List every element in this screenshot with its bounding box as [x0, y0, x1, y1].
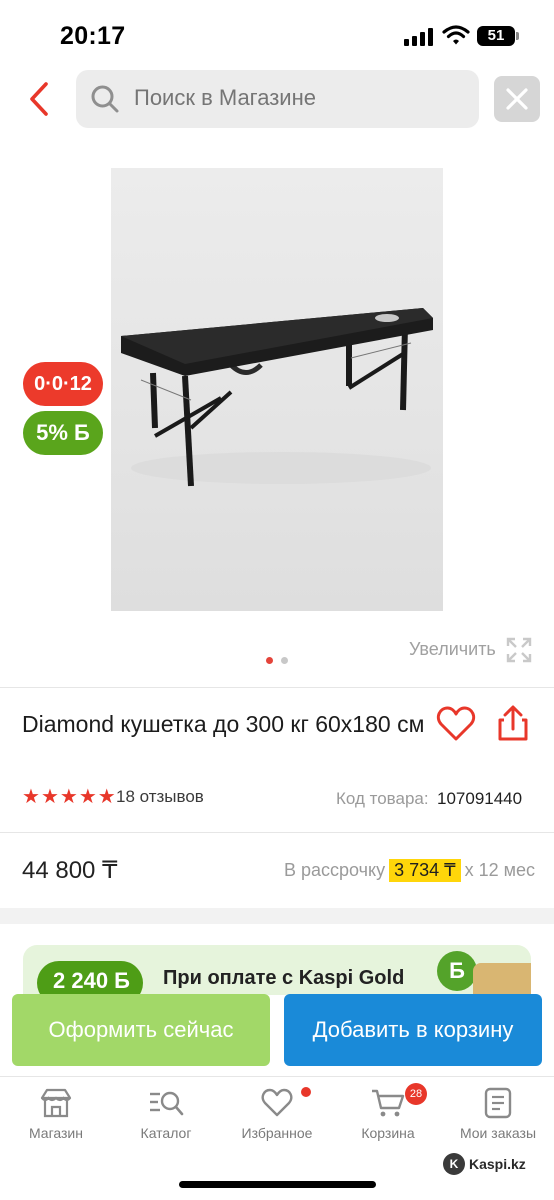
back-arrow-icon[interactable]	[24, 80, 58, 118]
zoom-label[interactable]: Увеличить	[409, 639, 496, 660]
product-code-value: 107091440	[437, 789, 523, 808]
product-title: Diamond кушетка до 300 кг 60x180 см	[22, 711, 425, 737]
heart-icon[interactable]	[436, 706, 476, 742]
rating-stars: ★ ★ ★ ★ ★	[22, 787, 116, 807]
share-icon[interactable]	[495, 704, 531, 742]
tab-label-favorites: Избранное	[241, 1125, 313, 1141]
cart-count-badge: 28	[405, 1083, 427, 1105]
tab-favorites[interactable]: Избранное	[227, 1087, 327, 1141]
star-icon: ★	[78, 786, 97, 808]
catalog-search-icon	[150, 1091, 184, 1116]
star-icon: ★	[40, 786, 59, 808]
add-to-cart-button[interactable]: Добавить в корзину	[284, 994, 542, 1066]
section-separator	[0, 908, 554, 924]
promo-text: При оплате с Kaspi Gold	[163, 967, 405, 989]
divider	[0, 687, 554, 688]
search-icon	[91, 85, 119, 113]
installment-badge: 0·0·12	[23, 362, 103, 406]
store-icon	[40, 1088, 72, 1118]
bonus-badge: 5% Б	[23, 411, 103, 455]
close-button[interactable]	[494, 76, 540, 122]
tab-label-store: Магазин	[28, 1125, 83, 1141]
tab-my-orders[interactable]: Мои заказы	[448, 1087, 548, 1141]
reviews-link[interactable]: 18 отзывов	[116, 787, 204, 807]
star-icon: ★	[22, 786, 40, 808]
gold-card-icon	[473, 963, 531, 995]
close-icon	[506, 88, 528, 110]
home-indicator[interactable]	[179, 1181, 376, 1188]
status-bar: 20:17 51	[0, 0, 554, 70]
expand-icon[interactable]	[505, 636, 533, 664]
tab-cart[interactable]: Корзина 28	[338, 1083, 438, 1141]
installment-suffix: х 12 мес	[464, 860, 536, 880]
tab-label-my-orders: Мои заказы	[459, 1125, 537, 1141]
status-time: 20:17	[60, 22, 126, 50]
star-icon: ★	[97, 786, 116, 808]
orders-icon	[484, 1087, 512, 1119]
bonus-amount-pill: 2 240 Б	[37, 961, 143, 995]
installment-amount: 3 734 ₸	[389, 859, 461, 882]
kaspi-logo-icon: K	[443, 1153, 465, 1175]
buy-now-button[interactable]: Оформить сейчас	[12, 994, 270, 1066]
tab-label-cart: Корзина	[361, 1125, 415, 1141]
watermark-text: Kaspi.kz	[469, 1156, 526, 1172]
carousel-dot-active[interactable]	[266, 657, 273, 664]
tab-catalog[interactable]: Каталог	[116, 1087, 216, 1141]
product-image[interactable]	[111, 168, 443, 611]
cart-icon	[372, 1089, 405, 1117]
carousel-dot[interactable]	[281, 657, 288, 664]
star-icon: ★	[59, 786, 78, 808]
search-input[interactable]	[134, 85, 454, 111]
product-code-label: Код товара:	[336, 789, 429, 808]
wifi-icon	[442, 25, 470, 45]
installment-info: В рассрочку 3 734 ₸ х 12 мес	[284, 859, 535, 882]
tab-store[interactable]: Магазин	[6, 1087, 106, 1141]
installment-prefix: В рассрочку	[284, 860, 386, 880]
massage-table-image	[121, 308, 433, 487]
heart-icon	[261, 1088, 293, 1117]
search-bar[interactable]	[76, 70, 479, 128]
bonus-coin-icon: Б	[437, 951, 477, 991]
divider	[0, 832, 554, 833]
favorites-notification-dot	[301, 1087, 311, 1097]
cellular-signal-icon	[404, 28, 434, 46]
product-price: 44 800 ₸	[22, 857, 118, 884]
tab-label-catalog: Каталог	[140, 1125, 192, 1141]
kaspi-gold-promo[interactable]: 2 240 Б При оплате с Kaspi Gold Б	[23, 945, 531, 995]
battery-icon: 51	[477, 26, 519, 46]
kaspi-watermark: K Kaspi.kz	[443, 1153, 526, 1175]
